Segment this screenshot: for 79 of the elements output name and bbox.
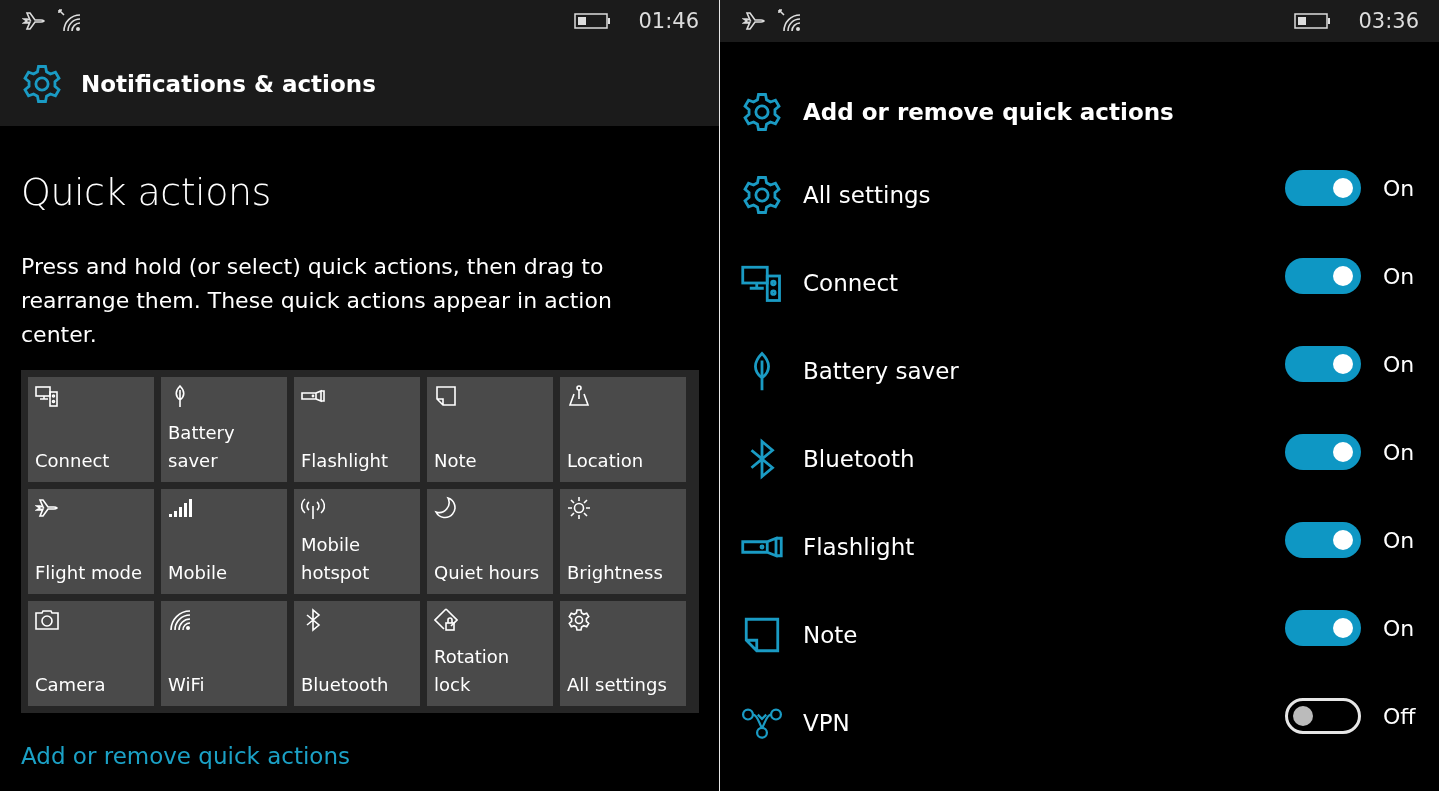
quick-action-tile[interactable]: Quiet hours: [427, 489, 553, 594]
toggle-state-text: On: [1382, 263, 1416, 289]
quick-action-tile[interactable]: Location: [560, 377, 686, 482]
quick-action-tile[interactable]: Rotation lock: [427, 601, 553, 706]
quick-action-tile[interactable]: Bluetooth: [294, 601, 420, 706]
tile-label: Bluetooth: [301, 673, 390, 697]
toggle-state-text: On: [1382, 615, 1416, 641]
quick-action-tile[interactable]: WiFi: [161, 601, 287, 706]
moon-icon: [434, 496, 458, 520]
quick-action-tile[interactable]: Note: [427, 377, 553, 482]
airplane-icon: [742, 9, 766, 33]
quick-action-tile[interactable]: Mobile hotspot: [294, 489, 420, 594]
quick-action-tile[interactable]: Brightness: [560, 489, 686, 594]
wifi-icon: [58, 9, 82, 33]
action-label: Flashlight: [803, 534, 916, 560]
wifi-icon: [778, 9, 802, 33]
quick-action-tile[interactable]: Battery saver: [161, 377, 287, 482]
toggle-switch[interactable]: [1285, 610, 1361, 646]
tile-label: Battery saver: [168, 421, 236, 473]
wifi-icon: [168, 608, 192, 632]
antenna-icon: [301, 496, 325, 520]
settings-icon: [21, 63, 63, 105]
toggle-state-text: On: [1382, 527, 1416, 553]
settings-icon: [741, 91, 783, 133]
action-label: Bluetooth: [803, 446, 916, 472]
tile-label: Connect: [35, 449, 111, 473]
devices-icon: [35, 384, 59, 408]
note-icon: [434, 384, 458, 408]
tile-label: Brightness: [567, 561, 664, 585]
action-label: Battery saver: [803, 358, 960, 384]
quick-action-tile[interactable]: Camera: [28, 601, 154, 706]
quick-action-tile[interactable]: Connect: [28, 377, 154, 482]
description-text: Press and hold (or select) quick actions, then drag to rearrange them. These quick actions appear in action center.: [21, 253, 613, 349]
action-label: Connect: [803, 270, 900, 296]
page-header-title: Add or remove quick actions: [803, 99, 1174, 125]
map-pin-icon: [567, 384, 591, 408]
page-header-title: Notifications & actions: [81, 71, 376, 97]
toggle-switch[interactable]: [1285, 522, 1361, 558]
tile-label: Mobile: [168, 561, 229, 585]
signal-icon: [168, 496, 192, 520]
tile-label: Location: [567, 449, 645, 473]
toggle-state-text: On: [1382, 439, 1416, 465]
settings-icon: [567, 608, 591, 632]
quick-action-tile[interactable]: Mobile: [161, 489, 287, 594]
camera-icon: [35, 608, 59, 632]
clock-time: 01:46: [638, 9, 699, 33]
tile-label: Mobile hotspot: [301, 533, 371, 585]
toggle-switch[interactable]: [1285, 346, 1361, 382]
tile-label: Note: [434, 449, 478, 473]
airplane-icon: [35, 496, 59, 520]
action-label: Note: [803, 622, 859, 648]
toggle-switch[interactable]: [1285, 434, 1361, 470]
settings-icon: [741, 174, 783, 216]
tile-label: Rotation lock: [434, 645, 511, 697]
add-remove-link[interactable]: Add or remove quick actions: [21, 743, 350, 769]
toggle-state-text: On: [1382, 175, 1416, 201]
toggle-switch[interactable]: [1285, 170, 1361, 206]
toggle-switch[interactable]: [1285, 698, 1361, 734]
quick-action-tile[interactable]: Flight mode: [28, 489, 154, 594]
quick-action-tile[interactable]: Flashlight: [294, 377, 420, 482]
tile-label: WiFi: [168, 673, 206, 697]
action-label: All settings: [803, 182, 932, 208]
tile-label: Flashlight: [301, 449, 390, 473]
tile-label: Flight mode: [35, 561, 143, 585]
sun-icon: [567, 496, 591, 520]
toggle-state-text: Off: [1382, 703, 1417, 729]
rotation-lock-icon: [434, 608, 458, 632]
clock-time: 03:36: [1358, 9, 1419, 33]
battery-icon: [1294, 13, 1331, 29]
action-label: VPN: [803, 710, 851, 736]
airplane-icon: [22, 9, 46, 33]
tile-label: Quiet hours: [434, 561, 541, 585]
section-title: Quick actions: [21, 170, 272, 214]
battery-icon: [574, 13, 611, 29]
quick-action-tile[interactable]: All settings: [560, 601, 686, 706]
toggle-state-text: On: [1382, 351, 1416, 377]
tile-label: All settings: [567, 673, 668, 697]
tile-label: Camera: [35, 673, 107, 697]
toggle-switch[interactable]: [1285, 258, 1361, 294]
